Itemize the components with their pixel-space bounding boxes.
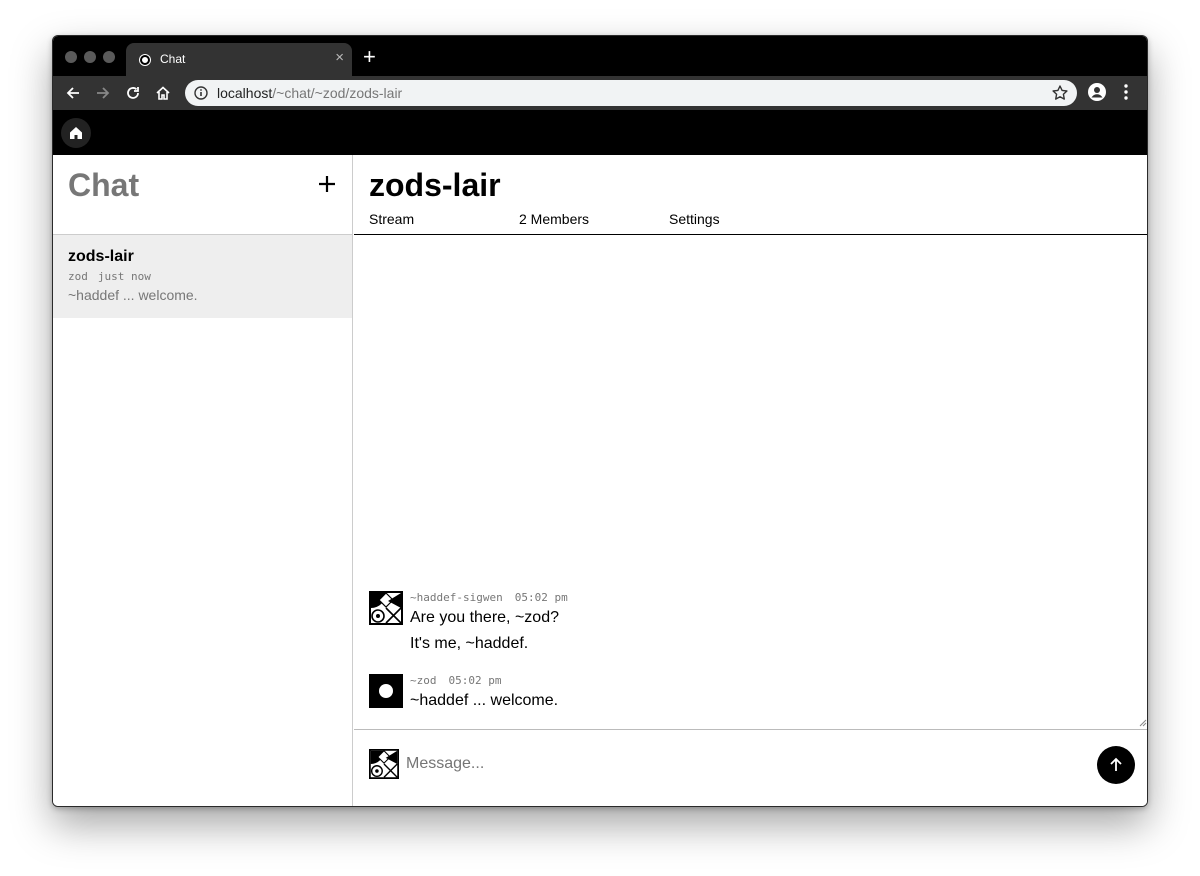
chat-author: zod	[68, 270, 88, 283]
message-meta: ~zod 05:02 pm	[410, 674, 501, 687]
home-icon	[70, 127, 82, 139]
message-text: ~haddef ... welcome.	[410, 692, 559, 709]
browser-window: Chat × + localhost/~chat/~zod/zods-lair	[52, 35, 1148, 807]
chat-name: zods-lair	[68, 248, 134, 265]
menu-icon[interactable]	[1119, 82, 1133, 107]
plus-icon[interactable]	[318, 175, 336, 193]
new-tab-button[interactable]: +	[363, 46, 376, 68]
browser-tab[interactable]: Chat ×	[126, 43, 352, 76]
landscape-home-button[interactable]	[61, 118, 91, 148]
channel-tabs: Stream 2 Members Settings	[369, 211, 819, 235]
send-arrow-icon	[1110, 757, 1122, 771]
tab-strip: Chat × +	[53, 36, 1147, 76]
address-bar[interactable]: localhost/~chat/~zod/zods-lair	[185, 80, 1077, 106]
tab-settings[interactable]: Settings	[669, 211, 819, 235]
sigil-icon	[369, 591, 403, 625]
message-time: 05:02 pm	[448, 674, 502, 687]
browser-toolbar: localhost/~chat/~zod/zods-lair	[53, 76, 1147, 110]
message-composer	[354, 731, 1147, 806]
tab-stream[interactable]: Stream	[369, 211, 519, 235]
message-input[interactable]	[406, 755, 1006, 773]
channel-header: zods-lair Stream 2 Members Settings	[354, 155, 1147, 235]
maximize-window-dot[interactable]	[103, 51, 115, 63]
tab-close-icon[interactable]: ×	[335, 50, 344, 66]
chat-list-item[interactable]: zods-lair zod just now ~haddef ... welcom…	[53, 235, 352, 318]
message-meta: ~haddef-sigwen 05:02 pm	[410, 591, 568, 604]
url-host: localhost	[217, 85, 273, 101]
resize-grip-icon[interactable]	[1139, 719, 1147, 727]
sidebar: Chat zods-lair zod just now ~haddef ... w…	[53, 155, 353, 806]
sigil-icon	[369, 674, 403, 708]
app-bar	[53, 110, 1147, 155]
star-icon[interactable]	[1051, 84, 1069, 102]
sidebar-header: Chat	[53, 155, 352, 235]
message-time: 05:02 pm	[514, 591, 568, 604]
send-button[interactable]	[1097, 746, 1135, 784]
message-author: ~haddef-sigwen	[410, 591, 503, 604]
sidebar-title: Chat	[68, 167, 140, 203]
info-icon[interactable]	[193, 85, 209, 101]
home-icon[interactable]	[152, 82, 174, 104]
minimize-window-dot[interactable]	[84, 51, 96, 63]
message-text: Are you there, ~zod?	[410, 609, 559, 626]
close-window-dot[interactable]	[65, 51, 77, 63]
reload-icon[interactable]	[122, 82, 144, 104]
url-text: localhost/~chat/~zod/zods-lair	[217, 85, 402, 101]
tab-title: Chat	[160, 52, 186, 66]
tab-members[interactable]: 2 Members	[519, 211, 669, 235]
message-stream[interactable]: ~haddef-sigwen 05:02 pm Are you there, ~z…	[354, 235, 1147, 730]
chat-meta: zod just now	[68, 270, 151, 283]
channel-title: zods-lair	[369, 167, 501, 203]
message-author: ~zod	[410, 674, 437, 687]
forward-icon[interactable]	[92, 82, 114, 104]
chat-time: just now	[97, 270, 151, 283]
favicon-icon	[140, 55, 150, 65]
url-path: /~chat/~zod/zods-lair	[272, 85, 403, 101]
sigil-icon	[369, 749, 399, 779]
back-icon[interactable]	[62, 82, 84, 104]
account-icon[interactable]	[1087, 82, 1107, 107]
message-text: It's me, ~haddef.	[410, 635, 529, 652]
chat-preview: ~haddef ... welcome.	[68, 287, 198, 303]
chat-main: zods-lair Stream 2 Members Settings ~had…	[354, 155, 1147, 806]
